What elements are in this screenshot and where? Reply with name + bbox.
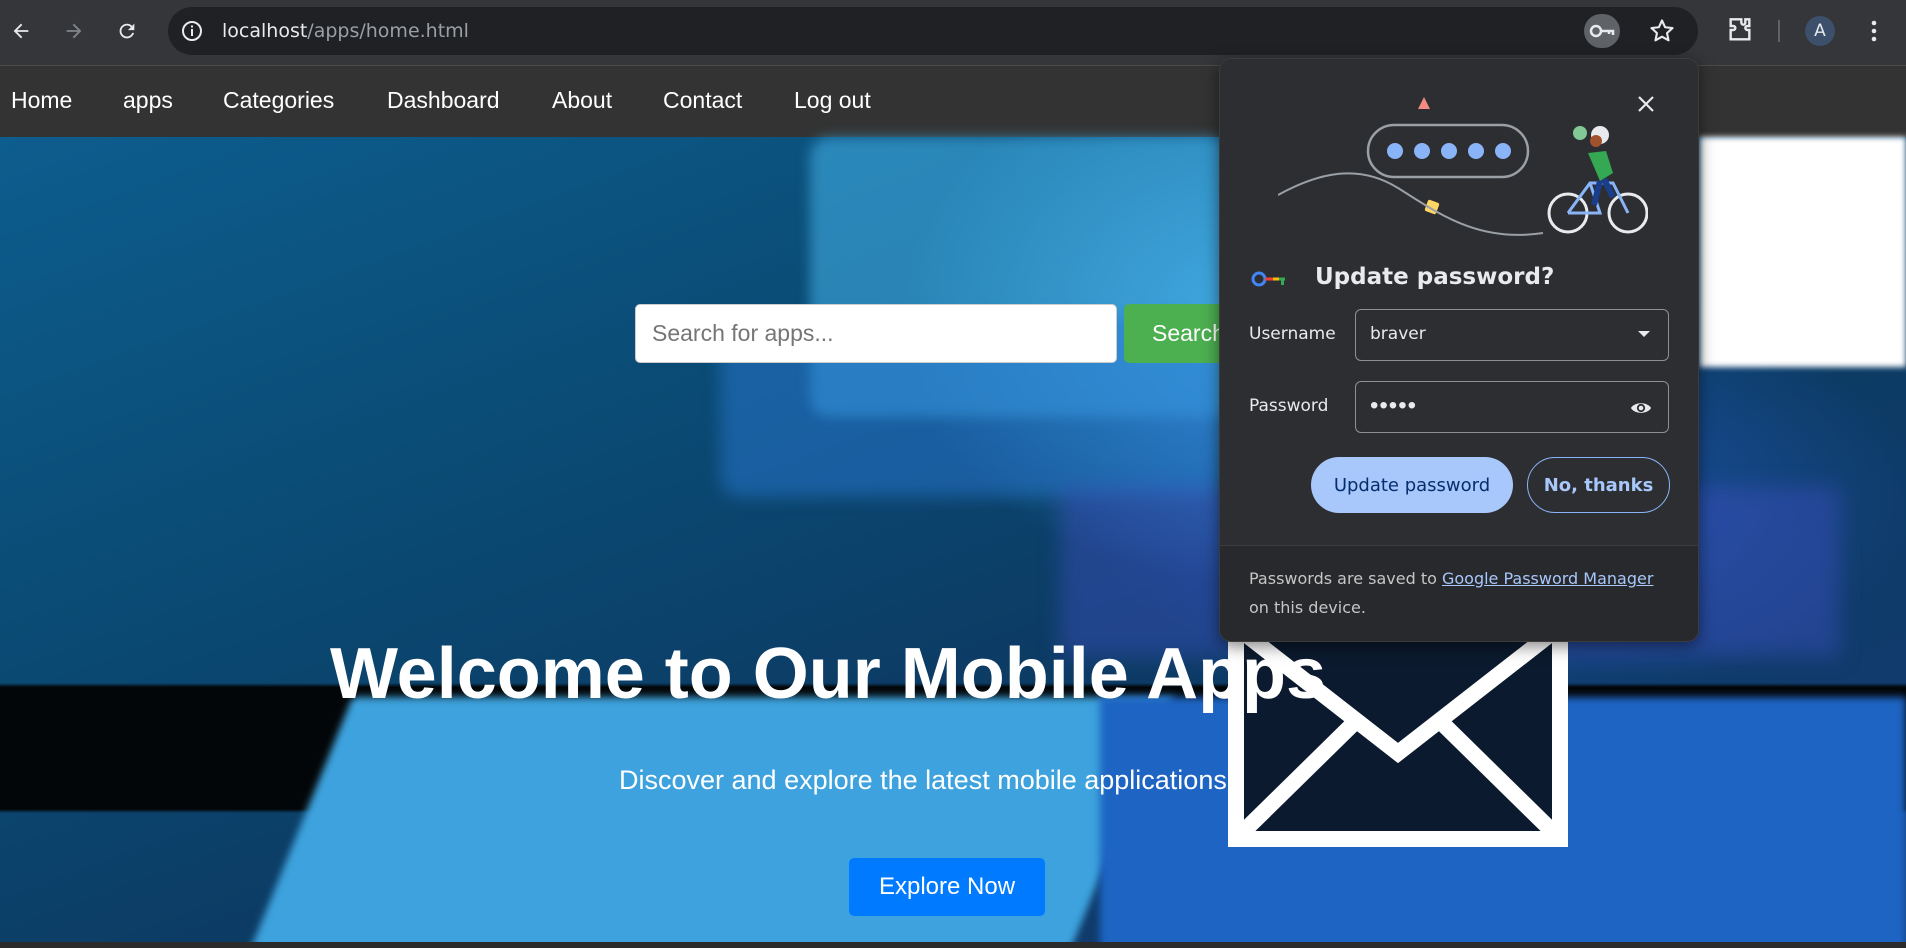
arrow-left-icon (13, 23, 29, 39)
username-value: braver (1370, 324, 1426, 344)
password-manager-link[interactable]: Google Password Manager (1442, 569, 1653, 588)
google-key-icon (1251, 271, 1285, 287)
close-icon[interactable] (1634, 92, 1658, 116)
nav-dashboard[interactable]: Dashboard (387, 87, 500, 114)
chevron-down-icon (1638, 331, 1650, 337)
key-icon (1589, 24, 1615, 38)
dialog-footer: Passwords are saved to Google Password M… (1220, 545, 1698, 641)
password-illustration (1278, 97, 1648, 236)
update-password-button[interactable]: Update password (1311, 457, 1513, 513)
profile-avatar[interactable]: A (1805, 16, 1835, 46)
password-label: Password (1249, 396, 1329, 416)
nav-categories[interactable]: Categories (223, 87, 334, 114)
no-thanks-button[interactable]: No, thanks (1527, 457, 1670, 513)
nav-about[interactable]: About (552, 87, 612, 114)
nav-logout[interactable]: Log out (794, 87, 871, 114)
nav-contact[interactable]: Contact (663, 87, 742, 114)
hero-subtitle: Discover and explore the latest mobile a… (619, 765, 1235, 795)
password-key-chip[interactable] (1584, 14, 1620, 48)
forward-button[interactable] (57, 14, 91, 48)
hero-background-image (1700, 137, 1906, 367)
back-button[interactable] (4, 14, 38, 48)
password-field[interactable]: ••••• (1355, 381, 1669, 433)
more-menu-icon[interactable] (1864, 16, 1884, 46)
footer-text: Passwords are saved to Google Password M… (1249, 569, 1654, 617)
extensions-icon[interactable] (1724, 14, 1756, 46)
username-select[interactable]: braver (1355, 309, 1669, 361)
address-bar[interactable]: localhost/apps/home.html (168, 7, 1698, 55)
reload-button[interactable] (110, 14, 144, 48)
update-password-dialog: Update password? Username braver Passwor… (1219, 58, 1699, 642)
username-label: Username (1249, 324, 1336, 344)
arrow-right-icon (66, 23, 82, 39)
reload-icon (119, 23, 135, 39)
site-info-icon[interactable] (180, 19, 204, 43)
nav-home[interactable]: Home (11, 87, 72, 114)
explore-now-button[interactable]: Explore Now (849, 858, 1045, 916)
browser-toolbar: localhost/apps/home.html A (0, 0, 1906, 66)
hero-title: Welcome to Our Mobile Apps (330, 634, 1327, 714)
eye-icon[interactable] (1630, 397, 1652, 419)
nav-apps[interactable]: apps (123, 87, 173, 114)
bookmark-star-icon[interactable] (1648, 17, 1676, 45)
url-text: localhost/apps/home.html (222, 20, 469, 42)
window-bottom-edge (0, 942, 1906, 948)
toolbar-divider (1778, 20, 1780, 42)
search-input[interactable]: Search for apps... (635, 304, 1117, 363)
dialog-title: Update password? (1315, 264, 1555, 290)
password-value: ••••• (1370, 392, 1418, 419)
